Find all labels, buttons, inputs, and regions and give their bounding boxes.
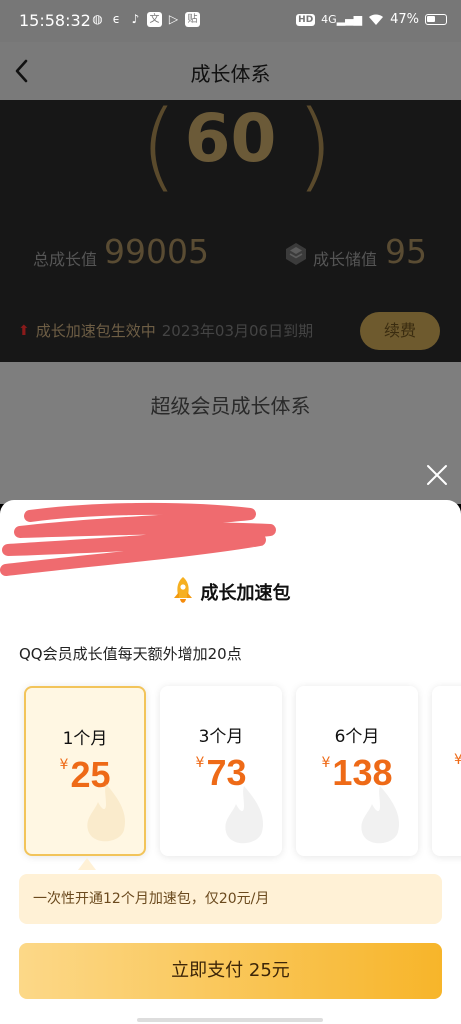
flame-watermark-icon bbox=[87, 784, 126, 842]
status-app-icons: ◍ ϵ ♪ 文 ▷ 贴 bbox=[90, 12, 200, 27]
boost-expire-date: 2023年03月06日到期 bbox=[161, 322, 314, 340]
sheet-title-row: 成长加速包 bbox=[0, 576, 461, 608]
battery-percent: 47% bbox=[390, 12, 419, 27]
purchase-sheet: 成长加速包 QQ会员成长值每天额外增加20点 1个月 ¥25 3个月 ¥73 6… bbox=[0, 500, 461, 1024]
cellular-signal-icon: 4G▂▄▆ bbox=[321, 13, 363, 26]
storage-label: 成长储值 bbox=[313, 250, 378, 269]
renew-button[interactable]: 续费 bbox=[360, 312, 440, 350]
top-nav-bar: 成长体系 bbox=[0, 42, 461, 100]
flame-watermark-icon bbox=[361, 786, 400, 844]
boost-active-text: 成长加速包生效中 bbox=[35, 322, 156, 340]
plan-card-3-months[interactable]: 3个月 ¥73 bbox=[160, 686, 282, 856]
wifi-icon bbox=[369, 14, 384, 25]
status-indicators: HD 4G▂▄▆ 47% bbox=[296, 12, 447, 27]
wechat-icon: ◍ bbox=[92, 12, 103, 26]
pay-now-button[interactable]: 立即支付 25元 bbox=[19, 943, 442, 999]
telecom-icon: ϵ bbox=[112, 12, 121, 26]
storage-value: 95 bbox=[385, 232, 427, 271]
section-title: 超级会员成长体系 bbox=[150, 394, 311, 418]
close-sheet-button[interactable] bbox=[424, 462, 450, 488]
currency-symbol: ¥ bbox=[195, 755, 205, 771]
plan-duration: 1个月 bbox=[62, 729, 108, 749]
tiktok-icon: ♪ bbox=[131, 12, 140, 26]
plan-list: 1个月 ¥25 3个月 ¥73 6个月 ¥138 ¥ bbox=[0, 686, 461, 858]
battery-icon bbox=[425, 14, 447, 25]
close-icon bbox=[427, 465, 447, 485]
plan-card-6-months[interactable]: 6个月 ¥138 bbox=[296, 686, 418, 856]
flame-watermark-icon bbox=[225, 786, 264, 844]
arrow-up-icon: ⬆ bbox=[18, 322, 30, 339]
currency-symbol: ¥ bbox=[321, 755, 331, 771]
plan-card-partial[interactable]: ¥ bbox=[432, 686, 461, 856]
wenku-icon: 文 bbox=[147, 12, 162, 27]
annual-offer-tip[interactable]: 一次性开通12个月加速包，仅20元/月 bbox=[19, 874, 442, 924]
selection-pointer bbox=[78, 858, 96, 870]
page-content-dimmed: 超级会员成长体系 bbox=[0, 362, 461, 504]
plan-card-1-month[interactable]: 1个月 ¥25 bbox=[24, 686, 146, 856]
growth-storage-icon bbox=[286, 243, 306, 265]
home-indicator bbox=[137, 1018, 323, 1022]
currency-symbol: ¥ bbox=[59, 757, 69, 773]
redaction-scribble bbox=[0, 502, 276, 576]
sheet-description: QQ会员成长值每天额外增加20点 bbox=[19, 645, 242, 663]
plan-duration: 3个月 bbox=[198, 727, 244, 747]
hd-icon: HD bbox=[296, 13, 316, 26]
currency-symbol: ¥ bbox=[454, 752, 461, 768]
tie-icon: 贴 bbox=[185, 12, 200, 27]
rocket-icon bbox=[173, 577, 192, 603]
total-growth-label: 总成长值 bbox=[33, 250, 98, 269]
status-time: 15:58:32 bbox=[19, 11, 91, 30]
page-title: 成长体系 bbox=[190, 62, 271, 86]
total-growth-value: 99005 bbox=[104, 232, 209, 271]
plan-price: ¥ bbox=[432, 752, 461, 786]
video-icon: ▷ bbox=[168, 12, 179, 26]
sheet-title: 成长加速包 bbox=[200, 583, 291, 604]
plan-duration: 6个月 bbox=[334, 727, 380, 747]
boost-status: ⬆ 成长加速包生效中 2023年03月06日到期 bbox=[18, 320, 313, 341]
growth-level: 60 bbox=[184, 100, 277, 177]
network-type: 4G bbox=[321, 13, 337, 26]
growth-summary-panel: ( ) 60 总成长值 99005 成长储值 95 ⬆ 成长加速包生效中 202… bbox=[0, 100, 461, 362]
status-bar: 15:58:32 ◍ ϵ ♪ 文 ▷ 贴 HD 4G▂▄▆ 47% bbox=[0, 0, 461, 42]
